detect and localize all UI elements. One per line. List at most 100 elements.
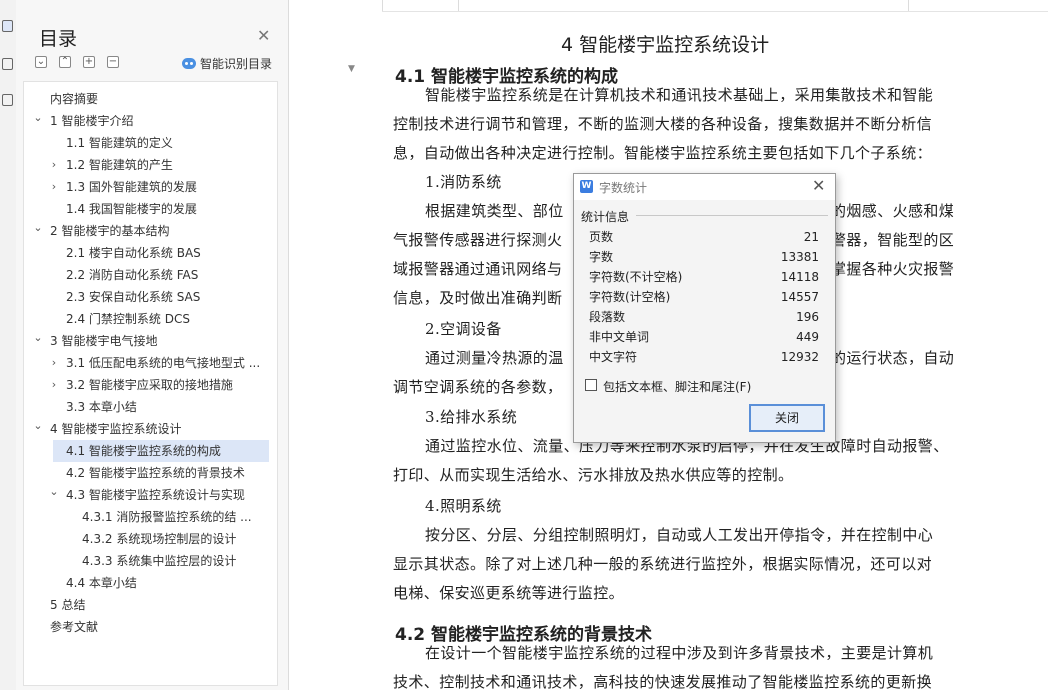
- toc-item[interactable]: 2.1 楼宇自动化系统 BAS: [24, 242, 277, 264]
- body-line: 显示其状态。除了对上述几种一般的系统进行监控外，根据实际情况，还可以对: [393, 555, 933, 573]
- toc-item-label: 2 智能楼宇的基本结构: [50, 224, 170, 238]
- stats-group-label: 统计信息: [581, 210, 630, 224]
- toc-item-label: 1.3 国外智能建筑的发展: [66, 180, 197, 194]
- toc-item[interactable]: ⌄ 1 智能楼宇介绍: [24, 110, 277, 132]
- stat-label: 字符数(计空格): [589, 290, 671, 304]
- toc-item[interactable]: › 1.2 智能建筑的产生: [24, 154, 277, 176]
- stat-value: 21: [803, 230, 819, 244]
- stat-label: 字符数(不计空格): [589, 270, 683, 284]
- toc-item[interactable]: 4.2 智能楼宇监控系统的背景技术: [24, 462, 277, 484]
- expand-up-icon[interactable]: ⌃: [59, 56, 71, 68]
- chevron-down-icon[interactable]: ⌄: [33, 330, 43, 349]
- comment-panel-icon[interactable]: [2, 94, 13, 106]
- remove-heading-icon[interactable]: −: [107, 56, 119, 68]
- left-toolbar: [0, 0, 17, 690]
- toc-item[interactable]: ⌄ 4 智能楼宇监控系统设计: [24, 418, 277, 440]
- stat-label: 页数: [589, 230, 614, 244]
- toc-item[interactable]: 4.4 本章小结: [24, 572, 277, 594]
- toc-item[interactable]: 参考文献: [24, 616, 277, 638]
- stat-value: 12932: [780, 350, 819, 364]
- chevron-right-icon[interactable]: ›: [49, 176, 59, 198]
- toc-item[interactable]: 3.3 本章小结: [24, 396, 277, 418]
- toc-list: 内容摘要 ⌄ 1 智能楼宇介绍 1.1 智能建筑的定义 › 1.2 智能建筑的产生 › 1.3…: [23, 81, 278, 686]
- toc-item[interactable]: 4.3.1 消防报警监控系统的结 ...: [24, 506, 277, 528]
- chevron-down-icon[interactable]: ⌄: [49, 484, 59, 503]
- chevron-down-icon[interactable]: ⌄: [33, 220, 43, 239]
- close-button[interactable]: 关闭: [749, 404, 825, 432]
- stat-row: 中文字符 12932: [589, 347, 819, 367]
- add-heading-icon[interactable]: +: [83, 56, 95, 68]
- toc-item[interactable]: › 1.3 国外智能建筑的发展: [24, 176, 277, 198]
- toc-item[interactable]: 5 总结: [24, 594, 277, 616]
- toc-item[interactable]: 2.4 门禁控制系统 DCS: [24, 308, 277, 330]
- toc-item-label: 4.1 智能楼宇监控系统的构成: [66, 444, 221, 458]
- include-notes-checkbox[interactable]: [585, 379, 597, 391]
- stat-value: 449: [796, 330, 819, 344]
- collapse-caret-icon[interactable]: ▼: [348, 64, 355, 74]
- toc-item[interactable]: 4.3.3 系统集中监控层的设计: [24, 550, 277, 572]
- toc-item[interactable]: 2.3 安保自动化系统 SAS: [24, 286, 277, 308]
- toc-item[interactable]: › 3.2 智能楼宇应采取的接地措施: [24, 374, 277, 396]
- body-line: 按分区、分层、分组控制照明灯，自动或人工发出开停指令，并在控制中心: [425, 526, 934, 544]
- body-line: 4.照明系统: [425, 497, 502, 515]
- toc-item-label: 4.3.1 消防报警监控系统的结 ...: [82, 510, 252, 524]
- toc-item[interactable]: › 3.1 低压配电系统的电气接地型式 ...: [24, 352, 277, 374]
- toc-item[interactable]: ⌄ 3 智能楼宇电气接地: [24, 330, 277, 352]
- toc-item-label: 4 智能楼宇监控系统设计: [50, 422, 182, 436]
- body-line: 打印、从而实现生活给水、污水排放及热水供应等的控制。: [393, 466, 794, 484]
- page-panel-icon[interactable]: [2, 58, 13, 70]
- smart-toc-button[interactable]: 智能识别目录: [182, 55, 272, 72]
- toc-item-label: 1 智能楼宇介绍: [50, 114, 134, 128]
- smart-toc-label: 智能识别目录: [200, 57, 273, 71]
- close-icon[interactable]: ✕: [812, 176, 825, 195]
- nav-title: 目录: [39, 28, 78, 50]
- stat-value: 13381: [780, 250, 819, 264]
- collapse-all-icon[interactable]: ⌄: [35, 56, 47, 68]
- word-count-dialog: W 字数统计 ✕ 统计信息 页数 21 字数 13381 字符数(不计空格) 14118 字…: [573, 173, 836, 443]
- include-notes-label[interactable]: 包括文本框、脚注和尾注(F): [603, 378, 751, 395]
- toc-item-label: 4.3.2 系统现场控制层的设计: [82, 532, 237, 546]
- toc-item-label: 3.1 低压配电系统的电气接地型式 ...: [66, 356, 261, 370]
- toc-item[interactable]: 1.4 我国智能楼宇的发展: [24, 198, 277, 220]
- stat-row: 字符数(计空格) 14557: [589, 287, 819, 307]
- dialog-title: 字数统计: [599, 181, 648, 195]
- toc-item-label: 5 总结: [50, 598, 86, 612]
- chapter-title: 4 智能楼宇监控系统设计: [561, 34, 770, 56]
- toc-item-label: 4.4 本章小结: [66, 576, 137, 590]
- body-line: 调节空调系统的各参数，: [393, 378, 563, 396]
- stat-label: 中文字符: [589, 350, 638, 364]
- close-icon[interactable]: ✕: [257, 26, 270, 45]
- toc-item-label: 4.3.3 系统集中监控层的设计: [82, 554, 237, 568]
- chevron-right-icon[interactable]: ›: [49, 374, 59, 396]
- chevron-down-icon[interactable]: ⌄: [33, 110, 43, 129]
- toc-item-label: 3.2 智能楼宇应采取的接地措施: [66, 378, 233, 392]
- toc-item[interactable]: 1.1 智能建筑的定义: [24, 132, 277, 154]
- stat-row: 页数 21: [589, 227, 819, 247]
- stat-label: 段落数: [589, 310, 626, 324]
- toc-item-label: 2.1 楼宇自动化系统 BAS: [66, 246, 201, 260]
- stat-value: 196: [796, 310, 819, 324]
- robot-icon: [182, 58, 196, 69]
- stat-row: 字符数(不计空格) 14118: [589, 267, 819, 287]
- stat-value: 14118: [780, 270, 819, 284]
- dialog-titlebar[interactable]: W 字数统计 ✕: [574, 174, 835, 200]
- stat-value: 14557: [780, 290, 819, 304]
- chevron-right-icon[interactable]: ›: [49, 154, 59, 176]
- chevron-down-icon[interactable]: ⌄: [33, 418, 43, 437]
- toc-item[interactable]: 4.3.2 系统现场控制层的设计: [24, 528, 277, 550]
- toc-item[interactable]: ⌄ 4.3 智能楼宇监控系统设计与实现: [24, 484, 277, 506]
- toc-item[interactable]: 内容摘要: [24, 88, 277, 110]
- body-line: 控制技术进行调节和管理，不断的监测大楼的各种设备，搜集数据并不断分析信: [393, 115, 933, 133]
- toc-item[interactable]: 2.2 消防自动化系统 FAS: [24, 264, 277, 286]
- body-line: 通过测量冷热源的温: [425, 349, 564, 367]
- toc-item[interactable]: 4.1 智能楼宇监控系统的构成: [24, 440, 277, 462]
- toc-item-label: 1.4 我国智能楼宇的发展: [66, 202, 197, 216]
- body-line: 的运行状态，自动: [831, 349, 955, 367]
- chevron-right-icon[interactable]: ›: [49, 352, 59, 374]
- body-line: 信息，及时做出准确判断: [393, 289, 563, 307]
- toc-panel-icon[interactable]: [2, 20, 13, 32]
- toc-item-label: 3.3 本章小结: [66, 400, 137, 414]
- toc-item[interactable]: ⌄ 2 智能楼宇的基本结构: [24, 220, 277, 242]
- body-line: 气报警传感器进行探测火: [393, 231, 563, 249]
- stat-row: 非中文单词 449: [589, 327, 819, 347]
